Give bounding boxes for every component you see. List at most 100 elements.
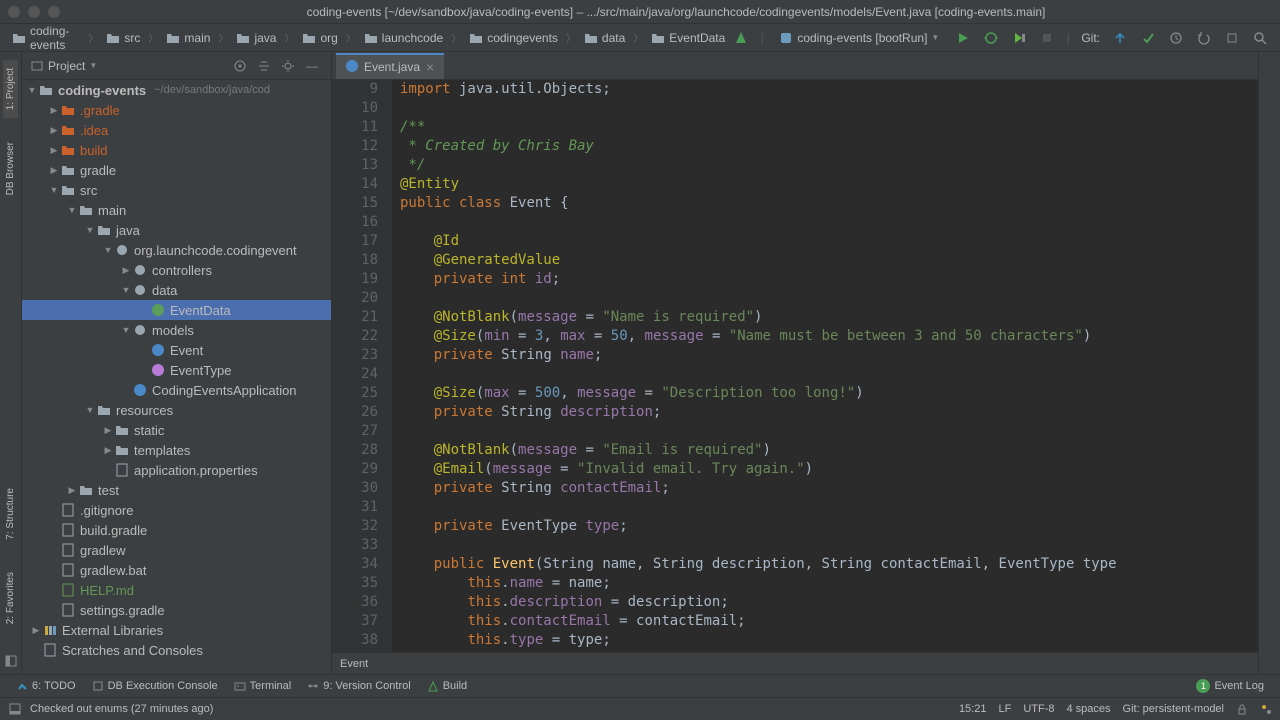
tool-icon bbox=[427, 680, 439, 692]
bottom-tool-build[interactable]: Build bbox=[419, 680, 475, 692]
breadcrumb-item[interactable]: org bbox=[298, 29, 341, 47]
tree-root[interactable]: ▼coding-events~/dev/sandbox/java/cod bbox=[22, 80, 331, 100]
tree-node[interactable]: ▼models bbox=[22, 320, 331, 340]
close-window-button[interactable] bbox=[8, 6, 20, 18]
chevron-down-icon[interactable]: ▼ bbox=[89, 61, 97, 70]
stop-button[interactable] bbox=[1035, 27, 1059, 49]
git-label: Git: bbox=[1081, 31, 1100, 45]
tab-event-java[interactable]: Event.java × bbox=[336, 53, 444, 79]
tree-node[interactable]: EventData bbox=[22, 300, 331, 320]
tree-node[interactable]: .gitignore bbox=[22, 500, 331, 520]
tree-node[interactable]: gradlew bbox=[22, 540, 331, 560]
ide-settings-button[interactable] bbox=[1220, 27, 1244, 49]
tree-node[interactable]: ▶controllers bbox=[22, 260, 331, 280]
folder-icon bbox=[114, 442, 130, 458]
build-icon[interactable] bbox=[729, 27, 753, 49]
breadcrumb-item[interactable]: launchcode bbox=[360, 29, 447, 47]
git-branch[interactable]: Git: persistent-model bbox=[1123, 703, 1224, 715]
tree-node[interactable]: ▶.gradle bbox=[22, 100, 331, 120]
tree-node[interactable]: ▼resources bbox=[22, 400, 331, 420]
tree-node[interactable]: application.properties bbox=[22, 460, 331, 480]
settings-icon[interactable] bbox=[277, 55, 299, 77]
indent-info[interactable]: 4 spaces bbox=[1066, 703, 1110, 715]
tool-icon bbox=[307, 680, 319, 692]
folder-icon bbox=[78, 202, 94, 218]
debug-button[interactable] bbox=[979, 27, 1003, 49]
tree-node[interactable]: ▼java bbox=[22, 220, 331, 240]
tool-window-toggle-icon[interactable] bbox=[4, 648, 18, 674]
tree-node[interactable]: ▼main bbox=[22, 200, 331, 220]
tree-node[interactable]: ▶gradle bbox=[22, 160, 331, 180]
tree-node[interactable]: Scratches and Consoles bbox=[22, 640, 331, 660]
breadcrumb-item[interactable]: EventData bbox=[647, 29, 729, 47]
lock-icon[interactable] bbox=[1236, 703, 1248, 715]
select-opened-file-button[interactable] bbox=[229, 55, 251, 77]
tree-node[interactable]: ▶test bbox=[22, 480, 331, 500]
inspector-icon[interactable] bbox=[1260, 703, 1272, 715]
event-log-button[interactable]: 1 Event Log bbox=[1188, 679, 1272, 693]
tree-node[interactable]: HELP.md bbox=[22, 580, 331, 600]
file-icon bbox=[60, 562, 76, 578]
tree-node[interactable]: ▶External Libraries bbox=[22, 620, 331, 640]
db-browser-tool-tab[interactable]: DB Browser bbox=[3, 134, 18, 203]
editor-breadcrumb[interactable]: Event bbox=[332, 652, 1258, 674]
favorites-tool-tab[interactable]: 2: Favorites bbox=[3, 564, 18, 632]
status-message: Checked out enums (27 minutes ago) bbox=[30, 703, 213, 715]
vcs-commit-button[interactable] bbox=[1136, 27, 1160, 49]
file-icon bbox=[60, 602, 76, 618]
caret-position[interactable]: 15:21 bbox=[959, 703, 987, 715]
breadcrumb-item[interactable]: src bbox=[102, 29, 144, 47]
tree-node[interactable]: CodingEventsApplication bbox=[22, 380, 331, 400]
pkg-icon bbox=[114, 242, 130, 258]
bottom-tool-6-todo[interactable]: 6: TODO bbox=[8, 680, 84, 692]
breadcrumb-item[interactable]: data bbox=[580, 29, 629, 47]
breadcrumb-item[interactable]: main bbox=[162, 29, 214, 47]
tree-node[interactable]: ▶static bbox=[22, 420, 331, 440]
close-tab-button[interactable]: × bbox=[426, 59, 434, 75]
project-tool-tab[interactable]: 1: Project bbox=[3, 60, 18, 118]
vcs-revert-button[interactable] bbox=[1192, 27, 1216, 49]
maximize-window-button[interactable] bbox=[48, 6, 60, 18]
tree-node[interactable]: ▼data bbox=[22, 280, 331, 300]
bottom-tool-9-version-control[interactable]: 9: Version Control bbox=[299, 680, 418, 692]
tree-node[interactable]: Event bbox=[22, 340, 331, 360]
line-separator[interactable]: LF bbox=[998, 703, 1011, 715]
project-tree[interactable]: ▼coding-events~/dev/sandbox/java/cod▶.gr… bbox=[22, 80, 331, 674]
file-encoding[interactable]: UTF-8 bbox=[1023, 703, 1054, 715]
tree-node[interactable]: ▼src bbox=[22, 180, 331, 200]
tree-node[interactable]: ▼org.launchcode.codingevent bbox=[22, 240, 331, 260]
notification-badge: 1 bbox=[1196, 679, 1210, 693]
tree-node[interactable]: ▶.idea bbox=[22, 120, 331, 140]
bottom-tool-terminal[interactable]: Terminal bbox=[226, 680, 300, 692]
breadcrumb-item[interactable]: java bbox=[232, 29, 280, 47]
code-editor[interactable]: 9101112131415161718192021222324252627282… bbox=[332, 80, 1258, 652]
structure-tool-tab[interactable]: 7: Structure bbox=[3, 480, 18, 548]
tree-node[interactable]: ▶templates bbox=[22, 440, 331, 460]
tree-node[interactable]: settings.gradle bbox=[22, 600, 331, 620]
folder-icon bbox=[12, 32, 26, 44]
run-button[interactable] bbox=[951, 27, 975, 49]
breadcrumb-item[interactable]: coding-events bbox=[8, 22, 84, 54]
tree-node[interactable]: ▶build bbox=[22, 140, 331, 160]
search-everywhere-button[interactable] bbox=[1248, 27, 1272, 49]
project-view-icon bbox=[30, 59, 44, 73]
tree-node[interactable]: EventType bbox=[22, 360, 331, 380]
minimize-window-button[interactable] bbox=[28, 6, 40, 18]
tree-node[interactable]: gradlew.bat bbox=[22, 560, 331, 580]
run-config-label: coding-events [bootRun] bbox=[797, 31, 927, 45]
vcs-update-button[interactable] bbox=[1108, 27, 1132, 49]
hide-button[interactable]: — bbox=[301, 55, 323, 77]
folder-icon bbox=[166, 32, 180, 44]
run-config-selector[interactable]: coding-events [bootRun] ▼ bbox=[771, 29, 947, 47]
expand-all-button[interactable] bbox=[253, 55, 275, 77]
tool-window-toggle-icon[interactable] bbox=[8, 702, 22, 716]
breadcrumb-item[interactable]: codingevents bbox=[465, 29, 562, 47]
tree-node[interactable]: build.gradle bbox=[22, 520, 331, 540]
run-with-coverage-button[interactable] bbox=[1007, 27, 1031, 49]
vcs-history-button[interactable] bbox=[1164, 27, 1188, 49]
bottom-tool-db-execution-console[interactable]: DB Execution Console bbox=[84, 680, 226, 692]
code-content[interactable]: import java.util.Objects;/** * Created b… bbox=[392, 80, 1258, 652]
class-icon bbox=[150, 342, 166, 358]
folder-icon bbox=[106, 32, 120, 44]
editor-area: Event.java × 910111213141516171819202122… bbox=[332, 52, 1258, 674]
